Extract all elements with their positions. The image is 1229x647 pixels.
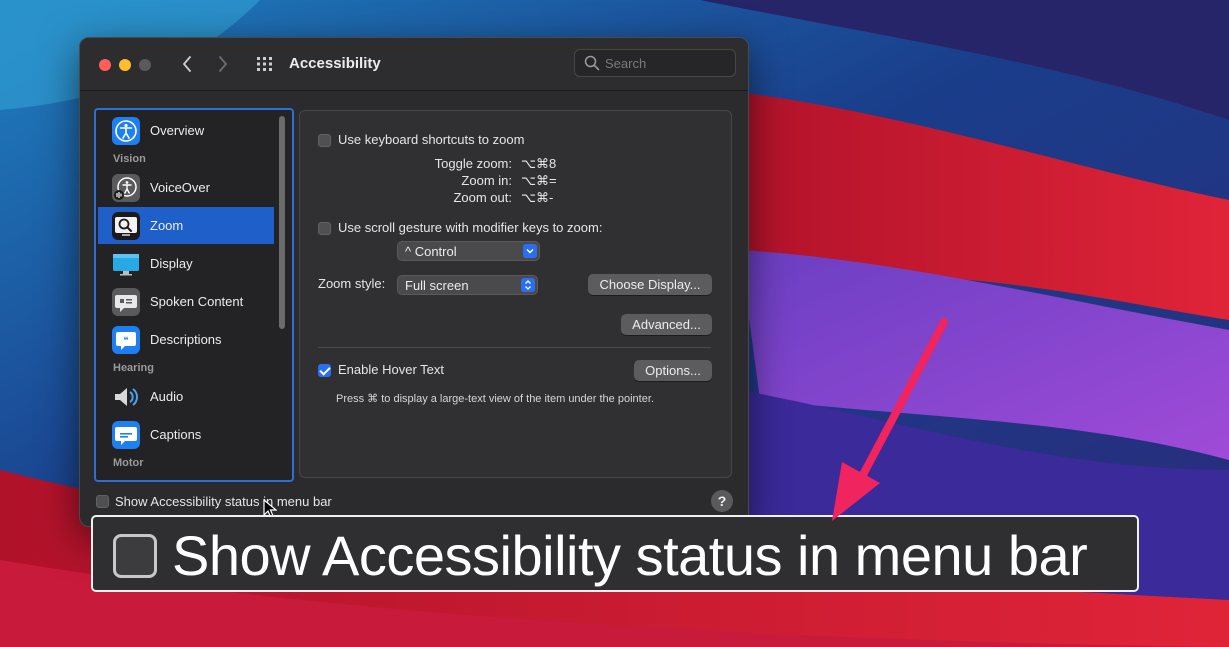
- sidebar-item-audio[interactable]: Audio: [98, 378, 274, 415]
- sidebar-item-label: Spoken Content: [150, 294, 244, 309]
- zoom-style-label: Zoom style:: [318, 276, 386, 291]
- panel-divider: [318, 347, 711, 348]
- sidebar-item-label: Descriptions: [150, 332, 222, 347]
- hover-text-checkbox[interactable]: [318, 364, 331, 377]
- speaker-icon: [115, 387, 138, 406]
- advanced-button[interactable]: Advanced...: [621, 314, 712, 335]
- sidebar-item-label: Captions: [150, 427, 202, 442]
- captions-icon: [112, 420, 140, 449]
- shortcut-zoom-out-keys: ⌥⌘-: [521, 190, 554, 205]
- accessibility-icon: [112, 116, 140, 145]
- search-field[interactable]: Search: [574, 49, 736, 77]
- zoom-settings-panel: Use keyboard shortcuts to zoom Toggle zo…: [299, 110, 732, 478]
- voiceover-icon: [112, 173, 140, 202]
- scroll-gesture-label: Use scroll gesture with modifier keys to…: [338, 220, 603, 235]
- zoomed-callout-label: Show Accessibility status in menu bar: [172, 524, 1088, 587]
- keyboard-shortcuts-checkbox[interactable]: [318, 134, 331, 147]
- shortcut-toggle-zoom-label: Toggle zoom:: [434, 156, 512, 171]
- chevron-down-icon: [523, 244, 537, 258]
- forward-button[interactable]: [212, 52, 234, 76]
- zoom-window-button[interactable]: [139, 59, 151, 71]
- sidebar-item-display[interactable]: Display: [98, 245, 274, 282]
- shortcut-zoom-in-label: Zoom in:: [461, 173, 512, 188]
- minimize-window-button[interactable]: [119, 59, 131, 71]
- scroll-gesture-checkbox[interactable]: [318, 222, 331, 235]
- sidebar-item-descriptions[interactable]: ❝ Descriptions: [98, 321, 274, 358]
- shortcut-zoom-out-label: Zoom out:: [453, 190, 512, 205]
- window-title: Accessibility: [289, 55, 381, 72]
- sidebar-item-label: VoiceOver: [150, 180, 210, 195]
- descriptions-icon: ❝: [112, 325, 140, 354]
- up-down-chevron-icon: [521, 278, 535, 292]
- system-preferences-window: Accessibility Search Overview Vision Voi…: [79, 37, 749, 527]
- hover-text-hint: Press ⌘ to display a large-text view of …: [336, 393, 654, 405]
- svg-text:❝: ❝: [123, 336, 128, 346]
- modifier-key-popup[interactable]: ^ Control: [397, 241, 540, 261]
- sidebar-item-label: Zoom: [150, 218, 184, 233]
- status-menu-checkbox[interactable]: [96, 495, 109, 508]
- chevron-left-icon: [182, 56, 191, 72]
- sidebar-section-vision: Vision: [113, 153, 146, 165]
- shortcut-toggle-zoom-keys: ⌥⌘8: [521, 156, 557, 171]
- zoom-style-popup[interactable]: Full screen: [397, 275, 538, 295]
- sidebar-section-motor: Motor: [113, 457, 144, 469]
- sidebar[interactable]: Overview Vision VoiceOver Zoom Display S…: [94, 108, 294, 482]
- zoom-style-value: Full screen: [405, 278, 469, 293]
- sidebar-item-captions[interactable]: Captions: [98, 416, 274, 453]
- status-menu-label: Show Accessibility status in menu bar: [115, 494, 332, 509]
- sidebar-item-overview[interactable]: Overview: [98, 112, 274, 149]
- sidebar-item-voiceover[interactable]: VoiceOver: [98, 169, 274, 206]
- zoomed-callout: Show Accessibility status in menu bar: [91, 515, 1139, 592]
- shortcut-zoom-in-keys: ⌥⌘=: [521, 173, 557, 188]
- zoomed-checkbox: [113, 534, 157, 578]
- sidebar-item-label: Audio: [150, 389, 184, 404]
- show-all-grid-icon[interactable]: [256, 56, 276, 72]
- hover-options-button[interactable]: Options...: [634, 360, 712, 381]
- sidebar-section-hearing: Hearing: [113, 362, 154, 374]
- search-placeholder: Search: [605, 56, 647, 71]
- sidebar-scrollbar[interactable]: [279, 116, 285, 329]
- display-icon: [113, 253, 139, 275]
- sidebar-item-label: Overview: [150, 123, 205, 138]
- sidebar-item-zoom[interactable]: Zoom: [98, 207, 274, 244]
- sidebar-item-spoken-content[interactable]: Spoken Content: [98, 283, 274, 320]
- chevron-right-icon: [219, 56, 228, 72]
- search-icon: [584, 55, 600, 71]
- titlebar: Accessibility Search: [80, 38, 748, 91]
- help-button[interactable]: ?: [711, 490, 733, 512]
- spoken-content-icon: [112, 287, 140, 316]
- zoom-icon: [112, 211, 140, 240]
- back-button[interactable]: [176, 52, 198, 76]
- hover-text-label: Enable Hover Text: [338, 362, 444, 377]
- keyboard-shortcuts-label: Use keyboard shortcuts to zoom: [338, 132, 525, 147]
- modifier-key-value: ^ Control: [405, 244, 457, 259]
- close-window-button[interactable]: [99, 59, 111, 71]
- sidebar-item-label: Display: [150, 256, 193, 271]
- choose-display-button[interactable]: Choose Display...: [588, 274, 712, 295]
